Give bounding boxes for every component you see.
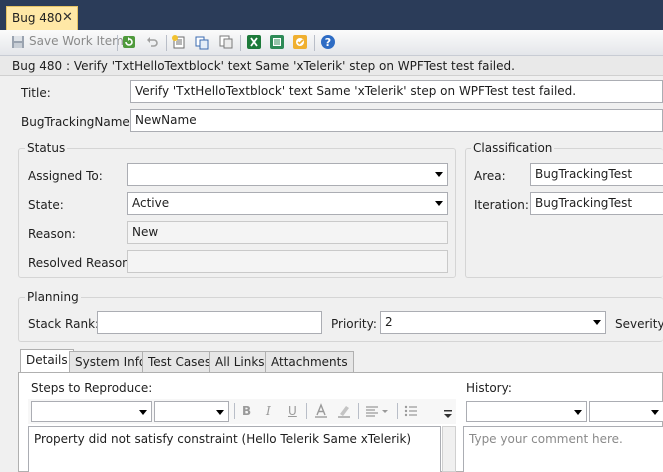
title-label: Title: [21, 86, 51, 100]
stack-rank-label: Stack Rank: [28, 317, 100, 331]
toolbar-separator [234, 403, 235, 419]
bugtrackingname-field[interactable]: NewName [130, 109, 663, 132]
chevron-down-icon[interactable] [435, 201, 443, 206]
history-font-size-combo[interactable] [589, 401, 663, 422]
svg-text:?: ? [325, 36, 331, 49]
toolbar-separator [306, 403, 307, 419]
history-font-family-combo[interactable] [466, 401, 587, 422]
steps-to-reproduce-label: Steps to Reproduce: [31, 381, 153, 395]
toolbar-separator [240, 35, 241, 51]
tab-all-links[interactable]: All Links [209, 351, 271, 372]
iteration-value: BugTrackingTest [535, 196, 633, 210]
tab-details[interactable]: Details [20, 349, 74, 373]
title-field[interactable]: Verify 'TxtHelloTextblock' text Same 'xT… [130, 80, 663, 103]
title-field-value: Verify 'TxtHelloTextblock' text Same 'xT… [135, 84, 577, 98]
steps-to-reproduce-text: Property did not satisfy constraint (Hel… [34, 432, 412, 446]
chevron-down-icon[interactable] [574, 410, 582, 415]
chevron-down-icon[interactable] [593, 320, 601, 325]
assigned-to-label: Assigned To: [28, 169, 103, 183]
reason-field: New [127, 221, 448, 244]
state-label: State: [28, 198, 64, 212]
font-size-combo[interactable] [154, 401, 229, 422]
history-label: History: [466, 381, 512, 395]
tab-attachments-label: Attachments [271, 355, 348, 369]
chevron-down-icon[interactable] [651, 410, 659, 415]
resolved-reason-field [127, 250, 448, 273]
tab-details-label: Details [26, 353, 68, 367]
save-icon[interactable] [10, 34, 28, 52]
assigned-to-combo[interactable] [127, 163, 448, 186]
underline-button[interactable]: U [288, 404, 297, 418]
resolved-reason-label: Resolved Reason: [28, 256, 134, 270]
bullet-list-icon[interactable] [403, 403, 421, 421]
project-icon[interactable] [269, 34, 287, 52]
close-icon[interactable]: ✕ [62, 10, 73, 25]
stack-rank-field[interactable] [97, 311, 322, 334]
priority-value: 2 [385, 315, 393, 329]
planning-group-title: Planning [25, 290, 81, 304]
bugtrackingname-field-value: NewName [135, 113, 197, 127]
excel-icon[interactable] [246, 34, 264, 52]
new-linked-item-icon[interactable] [171, 34, 189, 52]
area-field[interactable]: BugTrackingTest [530, 163, 663, 186]
work-item-header: Bug 480 : Verify 'TxtHelloTextblock' tex… [0, 56, 663, 76]
reason-label: Reason: [28, 227, 76, 241]
toolbar-separator [117, 35, 118, 51]
area-label: Area: [474, 169, 506, 183]
toolbar-separator [166, 35, 167, 51]
toolbar-separator [314, 35, 315, 51]
document-tab-bug-480[interactable]: Bug 480 ✕ [6, 6, 78, 30]
help-icon[interactable]: ? [320, 34, 338, 52]
refresh-icon[interactable] [121, 34, 139, 52]
iteration-field[interactable]: BugTrackingTest [530, 192, 663, 215]
align-dropdown-icon[interactable] [381, 403, 391, 421]
undo-icon[interactable] [144, 34, 162, 52]
toolbar-separator [358, 403, 359, 419]
tab-system-info-label: System Info [75, 355, 147, 369]
reason-value: New [132, 225, 159, 239]
font-family-combo[interactable] [31, 401, 152, 422]
status-group-title: Status [25, 141, 68, 155]
align-icon[interactable] [364, 403, 382, 421]
tab-test-cases[interactable]: Test Cases [142, 351, 218, 372]
priority-label: Priority: [331, 317, 377, 331]
iteration-label: Iteration: [474, 198, 529, 212]
editor-scrollbar[interactable] [442, 426, 456, 472]
toolbar-separator [397, 403, 398, 419]
severity-label: Severity: [615, 317, 663, 331]
highlight-icon[interactable] [336, 403, 354, 421]
state-value: Active [132, 196, 170, 210]
tab-attachments[interactable]: Attachments [265, 351, 354, 372]
tab-all-links-label: All Links [215, 355, 265, 369]
bold-button[interactable]: B [242, 404, 251, 418]
toolbar-overflow-icon[interactable] [443, 408, 455, 422]
work-item-toolbar: Save Work Item ? [0, 30, 663, 56]
steps-to-reproduce-editor[interactable]: Property did not satisfy constraint (Hel… [28, 426, 441, 472]
outlook-icon[interactable] [292, 34, 310, 52]
work-item-header-text: Bug 480 : Verify 'TxtHelloTextblock' tex… [12, 59, 515, 73]
classification-group-title: Classification [471, 141, 555, 155]
state-combo[interactable]: Active [127, 192, 448, 215]
history-comment-placeholder: Type your comment here. [469, 432, 623, 446]
document-tab-strip [0, 0, 663, 30]
clone-icon[interactable] [218, 34, 236, 52]
tab-test-cases-label: Test Cases [148, 355, 212, 369]
save-work-item-button[interactable]: Save Work Item [29, 34, 124, 48]
area-value: BugTrackingTest [535, 167, 633, 181]
italic-button[interactable]: I [266, 404, 271, 418]
bugtrackingname-label: BugTrackingName: [21, 115, 134, 129]
priority-combo[interactable]: 2 [380, 311, 606, 334]
history-comment-input[interactable]: Type your comment here. [463, 426, 663, 472]
copy-icon[interactable] [194, 34, 212, 52]
chevron-down-icon[interactable] [139, 410, 147, 415]
font-color-icon[interactable] [313, 403, 331, 421]
chevron-down-icon[interactable] [216, 410, 224, 415]
tab-system-info[interactable]: System Info [69, 351, 153, 372]
chevron-down-icon[interactable] [435, 172, 443, 177]
document-tab-label: Bug 480 [12, 11, 63, 25]
